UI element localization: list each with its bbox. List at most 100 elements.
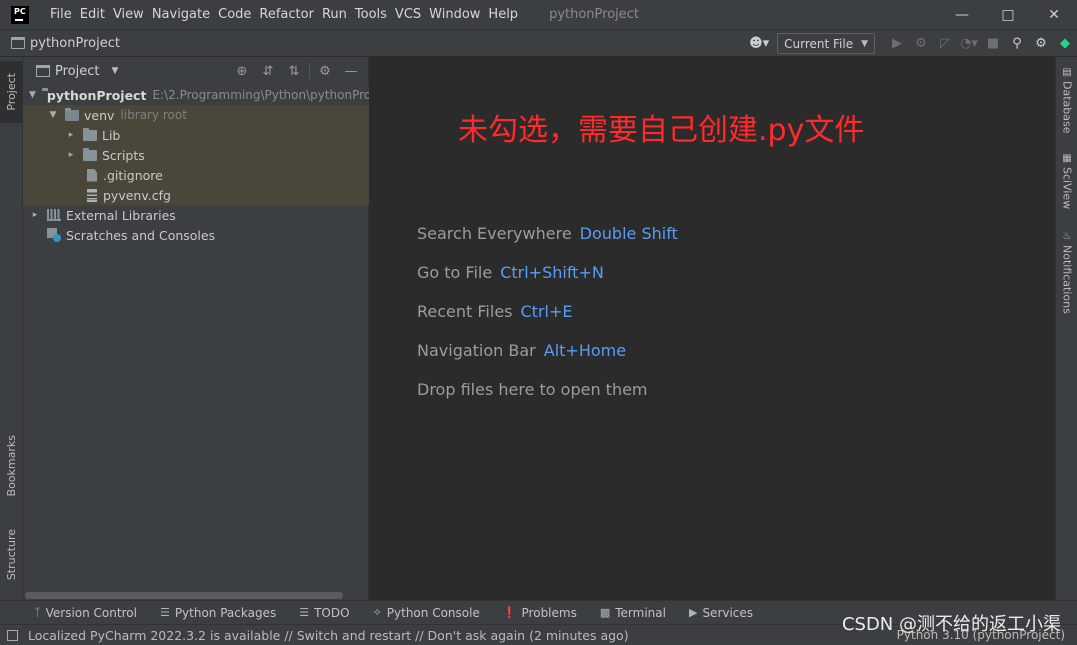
menu-tools[interactable]: Tools bbox=[351, 0, 391, 29]
tree-item-external-libraries[interactable]: ▸ External Libraries bbox=[23, 205, 369, 225]
menu-code[interactable]: Code bbox=[214, 0, 255, 29]
tab-project[interactable]: Project bbox=[0, 61, 23, 123]
settings-gear-icon[interactable]: ⚙ bbox=[1029, 33, 1053, 55]
tool-windows-toggle-icon[interactable] bbox=[7, 629, 18, 641]
tree-item-label: pyvenv.cfg bbox=[103, 187, 171, 203]
profile-icon[interactable]: ◔▾ bbox=[957, 33, 981, 55]
tab-label: Problems bbox=[521, 605, 577, 620]
tab-sciview-label: SciView bbox=[1060, 167, 1074, 210]
menu-refactor[interactable]: Refactor bbox=[255, 0, 318, 29]
minimize-icon[interactable]: — bbox=[939, 0, 985, 29]
menu-view[interactable]: View bbox=[109, 0, 148, 29]
hint-shortcut: Ctrl+E bbox=[520, 302, 573, 321]
tab-database[interactable]: ▤ Database bbox=[1056, 67, 1077, 134]
tree-item-root[interactable]: ▼ pythonProject E:\2.Programming\Python\… bbox=[23, 85, 369, 105]
tree-item-scratches[interactable]: Scratches and Consoles bbox=[23, 225, 369, 245]
debug-icon[interactable]: ⚙ bbox=[909, 33, 933, 55]
todo-list-icon: ☰ bbox=[299, 606, 310, 619]
tab-database-label: Database bbox=[1060, 81, 1074, 134]
tree-item-label: External Libraries bbox=[66, 207, 176, 223]
tree-item-pyvenv[interactable]: pyvenv.cfg bbox=[23, 185, 369, 205]
folder-icon bbox=[83, 127, 97, 141]
menu-edit[interactable]: Edit bbox=[76, 0, 109, 29]
editor-empty-state: 未勾选，需要自己创建.py文件 Search Everywhere Double … bbox=[370, 57, 1055, 600]
stop-icon[interactable]: ■ bbox=[981, 33, 1005, 55]
jetbrains-toolbox-icon[interactable]: ◆ bbox=[1053, 33, 1077, 55]
gitignore-file-icon bbox=[87, 168, 97, 182]
tab-terminal[interactable]: ▩ Terminal bbox=[600, 606, 666, 620]
run-configuration-dropdown[interactable]: Current File ▼ bbox=[777, 33, 875, 54]
hint-shortcut: Ctrl+Shift+N bbox=[500, 263, 604, 282]
menu-file[interactable]: File bbox=[46, 0, 76, 29]
python-console-icon: ✧ bbox=[372, 606, 382, 619]
gear-icon[interactable]: ⚙ bbox=[312, 60, 338, 82]
menu-help[interactable]: Help bbox=[484, 0, 522, 29]
hide-panel-icon[interactable]: — bbox=[338, 60, 364, 82]
chevron-right-icon[interactable]: ▸ bbox=[29, 210, 41, 220]
config-file-icon bbox=[87, 188, 97, 202]
tab-label: Version Control bbox=[45, 605, 137, 620]
project-panel-actions: ⊕ ⇵ ⇅ ⚙ — bbox=[229, 57, 364, 85]
tree-item-lib[interactable]: ▸ Lib bbox=[23, 125, 369, 145]
project-folder-icon bbox=[11, 37, 25, 49]
project-panel-header: Project ▼ ⊕ ⇵ ⇅ ⚙ — bbox=[23, 57, 368, 85]
problems-icon: ❗ bbox=[502, 606, 517, 619]
tree-item-venv[interactable]: ▼ venv library root bbox=[23, 105, 369, 125]
tab-label: Python Console bbox=[386, 605, 480, 620]
tab-structure[interactable]: Structure bbox=[0, 519, 23, 591]
tab-todo[interactable]: ☰ TODO bbox=[299, 606, 349, 620]
horizontal-scrollbar[interactable] bbox=[25, 592, 343, 599]
tree-item-scripts[interactable]: ▸ Scripts bbox=[23, 145, 369, 165]
tab-label: Terminal bbox=[615, 605, 666, 620]
maximize-icon[interactable]: □ bbox=[985, 0, 1031, 29]
collapse-all-icon[interactable]: ⇅ bbox=[281, 60, 307, 82]
hint-go-to-file: Go to File Ctrl+Shift+N bbox=[417, 263, 604, 282]
menu-bar: File Edit View Navigate Code Refactor Ru… bbox=[46, 0, 522, 29]
tab-services[interactable]: ▶ Services bbox=[689, 606, 753, 620]
left-tool-stripe: Project Bookmarks Structure bbox=[0, 57, 23, 600]
tree-item-label: .gitignore bbox=[103, 167, 163, 183]
project-folder-icon bbox=[36, 65, 50, 77]
expand-all-icon[interactable]: ⇵ bbox=[255, 60, 281, 82]
coverage-icon[interactable]: ◸ bbox=[933, 33, 957, 55]
close-icon[interactable]: ✕ bbox=[1031, 0, 1077, 29]
tab-notifications[interactable]: ♨ Notifications bbox=[1056, 231, 1077, 314]
search-icon[interactable]: ⚲ bbox=[1005, 33, 1029, 55]
locate-file-icon[interactable]: ⊕ bbox=[229, 60, 255, 82]
tab-python-packages[interactable]: ☰ Python Packages bbox=[160, 606, 276, 620]
run-configuration-label: Current File bbox=[784, 36, 854, 51]
chevron-down-icon[interactable]: ▼ bbox=[29, 90, 36, 100]
menu-vcs[interactable]: VCS bbox=[391, 0, 425, 29]
tab-structure-label: Structure bbox=[5, 529, 18, 581]
chevron-down-icon[interactable]: ▼ bbox=[47, 110, 59, 120]
menu-navigate[interactable]: Navigate bbox=[148, 0, 214, 29]
chevron-right-icon[interactable]: ▸ bbox=[65, 150, 77, 160]
tab-version-control[interactable]: ᛉ Version Control bbox=[34, 606, 137, 620]
toolbar-divider bbox=[309, 63, 310, 79]
status-message[interactable]: Localized PyCharm 2022.3.2 is available … bbox=[28, 628, 629, 643]
tree-item-gitignore[interactable]: .gitignore bbox=[23, 165, 369, 185]
chevron-right-icon[interactable]: ▸ bbox=[65, 130, 77, 140]
tree-item-path: E:\2.Programming\Python\pythonPro bbox=[152, 88, 369, 102]
chevron-down-icon[interactable]: ▼ bbox=[111, 66, 118, 76]
terminal-icon: ▩ bbox=[599, 606, 611, 619]
tree-item-label: Lib bbox=[102, 127, 121, 143]
menu-run[interactable]: Run bbox=[318, 0, 351, 29]
window-controls: — □ ✕ bbox=[939, 0, 1077, 29]
watermark-text: CSDN @测不给的返工小渠 bbox=[841, 614, 1061, 635]
tab-python-console[interactable]: ✧ Python Console bbox=[373, 606, 480, 620]
tab-bookmarks[interactable]: Bookmarks bbox=[0, 425, 23, 507]
menu-window[interactable]: Window bbox=[425, 0, 484, 29]
project-tree: ▼ pythonProject E:\2.Programming\Python\… bbox=[23, 85, 369, 245]
annotation-text: 未勾选，需要自己创建.py文件 bbox=[458, 113, 865, 148]
tab-problems[interactable]: ❗ Problems bbox=[503, 606, 577, 620]
project-panel-title[interactable]: Project bbox=[55, 64, 99, 79]
user-account-icon[interactable]: ☻▾ bbox=[747, 33, 771, 55]
tree-item-label: Scripts bbox=[102, 147, 145, 163]
run-icon[interactable]: ▶ bbox=[885, 33, 909, 55]
breadcrumb-project[interactable]: pythonProject bbox=[30, 36, 120, 51]
tab-sciview[interactable]: ▦ SciView bbox=[1056, 153, 1077, 209]
pycharm-logo-icon: PC bbox=[11, 5, 29, 24]
hint-label: Search Everywhere bbox=[417, 224, 572, 243]
database-icon: ▤ bbox=[1062, 67, 1072, 78]
